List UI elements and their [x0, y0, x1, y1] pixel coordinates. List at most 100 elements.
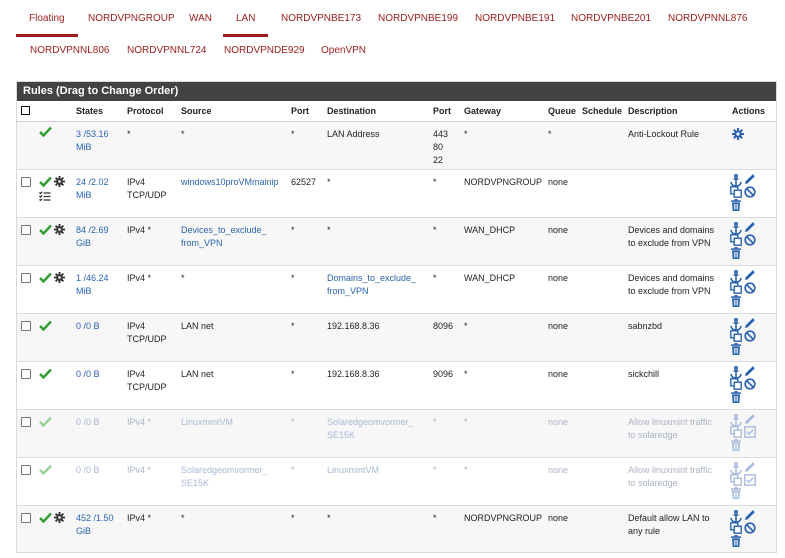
tab-nordvpnbe201[interactable]: NORDVPNBE201	[571, 13, 651, 25]
check-icon[interactable]	[39, 320, 52, 335]
destination-link[interactable]: Solaredgeomvormer_ SE15K	[327, 417, 414, 440]
cell-states[interactable]: 0 /0 B	[72, 409, 123, 458]
cell-states[interactable]: 24 /2.02 MiB	[72, 169, 123, 218]
cell-states[interactable]: 0 /0 B	[72, 313, 123, 362]
tab-floating[interactable]: Floating	[16, 13, 78, 37]
disable-icon[interactable]	[744, 330, 756, 346]
cell-destination[interactable]: Domains_to_exclude_ from_VPN	[323, 265, 429, 314]
row-select[interactable]	[17, 217, 37, 266]
tab-nordvpngroup[interactable]: NORDVPNGROUP	[88, 13, 175, 25]
delete-icon[interactable]	[731, 535, 741, 551]
source-link[interactable]: LinuxmintVM	[181, 417, 233, 427]
row-select[interactable]	[17, 505, 37, 552]
row-checkbox[interactable]	[21, 465, 31, 475]
disable-icon[interactable]	[744, 282, 756, 298]
states-link[interactable]: 0 /0 B	[76, 465, 100, 475]
cell-states[interactable]: 0 /0 B	[72, 457, 123, 506]
table-row[interactable]: 0 /0 B IPv4 * LinuxmintVM * Solaredgeomvorme…	[17, 409, 776, 458]
delete-icon[interactable]	[731, 199, 741, 215]
row-checkbox[interactable]	[21, 321, 31, 331]
delete-icon[interactable]	[731, 439, 741, 455]
gear-icon[interactable]	[54, 272, 65, 287]
source-link[interactable]: Devices_to_exclude_ from_VPN	[181, 225, 267, 248]
disable-icon[interactable]	[744, 186, 756, 202]
delete-icon[interactable]	[731, 247, 741, 263]
source-link[interactable]: Solaredgeomvormer_ SE15K	[181, 465, 268, 488]
tab-openvpn[interactable]: OpenVPN	[321, 45, 366, 57]
states-link[interactable]: 0 /0 B	[76, 321, 100, 331]
states-link[interactable]: 0 /0 B	[76, 417, 100, 427]
source-link[interactable]: windows10proVMmainip	[181, 177, 279, 187]
states-link[interactable]: 24 /2.02 MiB	[76, 177, 109, 200]
destination-link[interactable]: Domains_to_exclude_ from_VPN	[327, 273, 416, 296]
row-select[interactable]	[17, 169, 37, 218]
tab-lan[interactable]: LAN	[222, 13, 270, 37]
table-row[interactable]: 3 /53.16 MiB * * * LAN Address 443 80 22 * * Ant…	[17, 121, 776, 170]
row-checkbox[interactable]	[21, 225, 31, 235]
check-icon[interactable]	[39, 224, 52, 239]
cell-states[interactable]: 452 /1.50 GiB	[72, 505, 123, 552]
table-row[interactable]: 0 /0 B IPv4 * Solaredgeomvormer_ SE15K * Lin…	[17, 457, 776, 506]
check-icon[interactable]	[39, 126, 52, 141]
cell-states[interactable]: 0 /0 B	[72, 361, 123, 410]
cell-states[interactable]: 84 /2.69 GiB	[72, 217, 123, 266]
cell-destination[interactable]: Solaredgeomvormer_ SE15K	[323, 409, 429, 458]
states-link[interactable]: 452 /1.50 GiB	[76, 513, 114, 536]
table-row[interactable]: 0 /0 B IPv4 TCP/UDP LAN net * 192.168.8.36 80…	[17, 313, 776, 362]
tab-wan[interactable]: WAN	[189, 13, 212, 25]
tab-nordvpnnl876[interactable]: NORDVPNNL876	[668, 13, 747, 25]
table-row[interactable]: 84 /2.69 GiB IPv4 * Devices_to_exclude_ fr…	[17, 217, 776, 266]
gear-icon[interactable]	[54, 176, 65, 191]
table-row[interactable]: 24 /2.02 MiB IPv4 TCP/UDP windows10proVMma…	[17, 169, 776, 218]
row-checkbox[interactable]	[21, 177, 31, 187]
delete-icon[interactable]	[731, 487, 741, 503]
cell-states[interactable]: 3 /53.16 MiB	[72, 121, 123, 170]
check-icon[interactable]	[39, 176, 52, 191]
tab-nordvpnbe191[interactable]: NORDVPNBE191	[475, 13, 555, 25]
tab-nordvpnbe173[interactable]: NORDVPNBE173	[281, 13, 361, 25]
cell-source[interactable]: Solaredgeomvormer_ SE15K	[177, 457, 287, 506]
table-row[interactable]: 452 /1.50 GiB IPv4 * * * * * NORDVPNGROUP none D…	[17, 505, 776, 552]
states-link[interactable]: 84 /2.69 GiB	[76, 225, 109, 248]
disable-icon[interactable]	[744, 522, 756, 538]
row-select[interactable]	[17, 265, 37, 314]
tab-nordvpnnl806[interactable]: NORDVPNNL806	[30, 45, 109, 57]
cell-source[interactable]: windows10proVMmainip	[177, 169, 287, 218]
cell-source[interactable]: Devices_to_exclude_ from_VPN	[177, 217, 287, 266]
row-select[interactable]	[17, 313, 37, 362]
enable-icon[interactable]	[744, 474, 756, 490]
disable-icon[interactable]	[744, 234, 756, 250]
row-select[interactable]	[17, 361, 37, 410]
row-checkbox[interactable]	[21, 513, 31, 523]
check-icon[interactable]	[39, 512, 52, 527]
tab-nordvpnde929[interactable]: NORDVPNDE929	[224, 45, 305, 57]
enable-icon[interactable]	[744, 426, 756, 442]
gear-icon[interactable]	[54, 224, 65, 239]
select-all-checkbox[interactable]	[17, 101, 37, 122]
tab-nordvpnnl724[interactable]: NORDVPNNL724	[127, 45, 206, 57]
check-icon[interactable]	[39, 272, 52, 287]
delete-icon[interactable]	[731, 391, 741, 407]
table-row[interactable]: 0 /0 B IPv4 TCP/UDP LAN net * 192.168.8.36 90…	[17, 361, 776, 410]
states-link[interactable]: 3 /53.16 MiB	[76, 129, 109, 152]
check-icon[interactable]	[39, 464, 52, 479]
delete-icon[interactable]	[731, 295, 741, 311]
settings-icon[interactable]	[732, 128, 744, 144]
row-checkbox[interactable]	[21, 273, 31, 283]
destination-link[interactable]: LinuxmintVM	[327, 465, 379, 475]
cell-states[interactable]: 1 /46.24 MiB	[72, 265, 123, 314]
states-link[interactable]: 1 /46.24 MiB	[76, 273, 109, 296]
gear-icon[interactable]	[54, 512, 65, 527]
list-check-icon[interactable]	[39, 191, 51, 205]
table-row[interactable]: 1 /46.24 MiB IPv4 * * * Domains_to_exclude_ …	[17, 265, 776, 314]
cell-source[interactable]: LinuxmintVM	[177, 409, 287, 458]
check-icon[interactable]	[39, 368, 52, 383]
row-select[interactable]	[17, 457, 37, 506]
cell-destination[interactable]: LinuxmintVM	[323, 457, 429, 506]
states-link[interactable]: 0 /0 B	[76, 369, 100, 379]
disable-icon[interactable]	[744, 378, 756, 394]
row-checkbox[interactable]	[21, 369, 31, 379]
row-select[interactable]	[17, 409, 37, 458]
delete-icon[interactable]	[731, 343, 741, 359]
tab-nordvpnbe199[interactable]: NORDVPNBE199	[378, 13, 458, 25]
